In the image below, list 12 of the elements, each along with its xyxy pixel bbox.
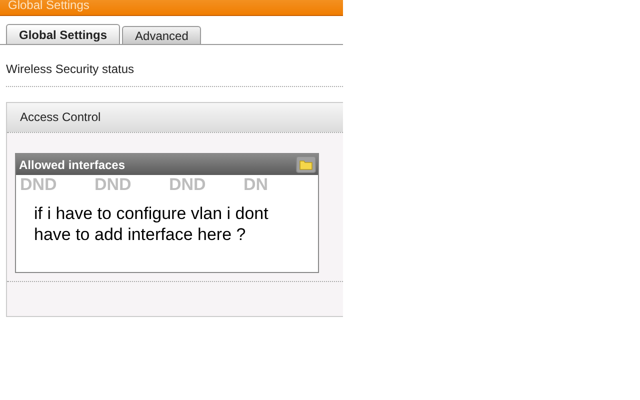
placeholder-mark: DND [94, 175, 132, 195]
folder-icon[interactable] [296, 156, 316, 173]
status-label: Wireless Security status [6, 45, 343, 87]
placeholder-mark: DN [244, 175, 270, 195]
tab[interactable]: Advanced [122, 26, 202, 44]
tab[interactable]: Global Settings [6, 24, 120, 44]
header-title: Global Settings [8, 0, 90, 12]
panel-title: Access Control [20, 110, 101, 124]
list-title: Allowed interfaces [19, 158, 126, 172]
note-text: if i have to configure vlan i dont have to add interface here ? [34, 203, 270, 245]
placeholder-mark: DND [169, 175, 207, 195]
placeholder-mark: DND [20, 175, 58, 195]
